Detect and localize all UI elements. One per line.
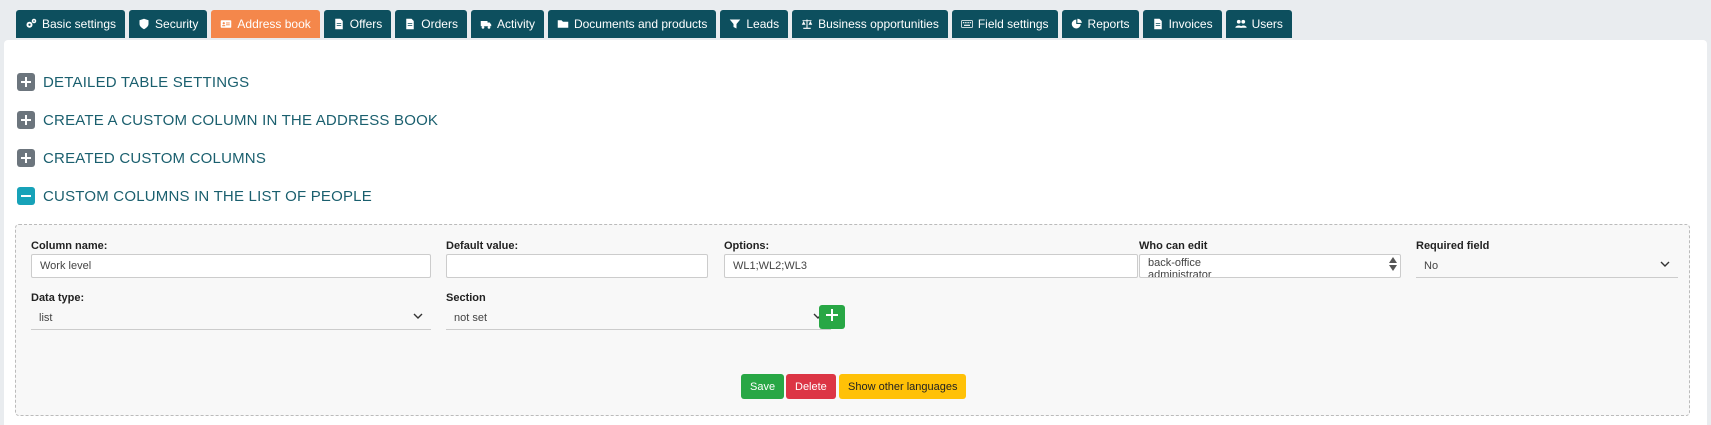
add-section-button[interactable] (819, 305, 845, 329)
tab-invoices[interactable]: Invoices (1142, 10, 1222, 38)
delete-button[interactable]: Delete (786, 374, 836, 399)
file-icon (1152, 18, 1164, 30)
section-title: CUSTOM COLUMNS IN THE LIST OF PEOPLE (43, 187, 372, 205)
expand-icon (17, 149, 35, 167)
tab-label: Business opportunities (818, 17, 939, 31)
tab-label: Basic settings (42, 17, 117, 31)
scale-icon (801, 18, 813, 30)
chevron-down-icon (1660, 259, 1670, 272)
section-detailed-table-settings[interactable]: DETAILED TABLE SETTINGS (17, 73, 249, 91)
tab-label: Address book (237, 17, 311, 31)
who-can-edit-select[interactable]: back-office administrator (1139, 254, 1401, 278)
shield-icon (138, 18, 150, 30)
tab-label: Users (1251, 17, 1283, 31)
who-can-edit-option[interactable]: administrator (1148, 269, 1392, 277)
column-name-label: Column name: (31, 240, 108, 252)
tab-label: Documents and products (573, 17, 708, 31)
plus-icon (826, 308, 838, 326)
required-field-label: Required field (1416, 240, 1490, 252)
tab-orders[interactable]: Orders (395, 10, 467, 38)
data-type-value: list (39, 311, 53, 324)
tab-label: Leads (746, 17, 780, 31)
custom-column-form: Column name: Work level Default value: O… (15, 224, 1690, 416)
data-type-label: Data type: (31, 292, 85, 304)
settings-tabs: Basic settings Security Address book Off… (16, 10, 1292, 38)
options-input[interactable]: WL1;WL2;WL3 (724, 254, 1138, 278)
truck-icon (480, 18, 492, 30)
who-can-edit-label: Who can edit (1139, 240, 1208, 252)
tab-label: Offers (349, 17, 383, 31)
tab-reports[interactable]: Reports (1061, 10, 1139, 38)
tab-label: Reports (1087, 17, 1130, 31)
tab-activity[interactable]: Activity (470, 10, 544, 38)
section-title: DETAILED TABLE SETTINGS (43, 73, 250, 91)
section-created-custom-columns[interactable]: CREATED CUSTOM COLUMNS (17, 149, 266, 167)
users-icon (1234, 18, 1247, 30)
scroll-arrows-icon[interactable] (1389, 257, 1397, 271)
show-other-languages-button[interactable]: Show other languages (839, 374, 967, 399)
expand-icon (17, 111, 35, 129)
folder-icon (557, 18, 569, 30)
tab-label: Field settings (977, 17, 1049, 31)
section-select[interactable]: not set (446, 306, 831, 330)
tab-basic-settings[interactable]: Basic settings (16, 10, 126, 38)
tab-users[interactable]: Users (1225, 10, 1292, 38)
tab-address-book[interactable]: Address book (211, 10, 320, 38)
section-title: CREATE A CUSTOM COLUMN IN THE ADDRESS BO… (43, 111, 439, 129)
section-value: not set (454, 311, 488, 324)
section-custom-columns-list-of-people[interactable]: CUSTOM COLUMNS IN THE LIST OF PEOPLE (17, 187, 372, 205)
funnel-icon (729, 18, 741, 30)
options-label: Options: (724, 240, 770, 252)
address-card-icon (220, 18, 232, 30)
data-type-select[interactable]: list (31, 306, 431, 330)
file-icon (333, 18, 345, 30)
section-create-custom-column[interactable]: CREATE A CUSTOM COLUMN IN THE ADDRESS BO… (17, 111, 438, 129)
tab-label: Orders (421, 17, 458, 31)
tab-leads[interactable]: Leads (720, 10, 789, 38)
section-title: CREATED CUSTOM COLUMNS (43, 149, 267, 167)
cogs-icon (25, 18, 37, 30)
save-button[interactable]: Save (741, 374, 785, 399)
default-value-label: Default value: (446, 240, 519, 252)
file-icon (404, 18, 416, 30)
collapse-icon (17, 187, 35, 205)
section-label: Section (446, 292, 486, 304)
who-can-edit-option[interactable]: back-office (1148, 257, 1392, 269)
tab-label: Security (155, 17, 199, 31)
tab-label: Activity (496, 17, 535, 31)
required-field-value: No (1424, 259, 1439, 272)
keyboard-icon (960, 18, 973, 30)
tab-offers[interactable]: Offers (323, 10, 392, 38)
pie-chart-icon (1071, 18, 1083, 30)
tab-business-opportunities[interactable]: Business opportunities (792, 10, 948, 38)
tab-label: Invoices (1168, 17, 1213, 31)
column-name-input[interactable]: Work level (31, 254, 431, 278)
required-field-select[interactable]: No (1416, 254, 1678, 278)
tab-documents-and-products[interactable]: Documents and products (547, 10, 717, 38)
chevron-down-icon (413, 311, 423, 324)
expand-icon (17, 73, 35, 91)
tab-security[interactable]: Security (129, 10, 208, 38)
tab-field-settings[interactable]: Field settings (951, 10, 1058, 38)
default-value-input[interactable] (446, 254, 708, 278)
